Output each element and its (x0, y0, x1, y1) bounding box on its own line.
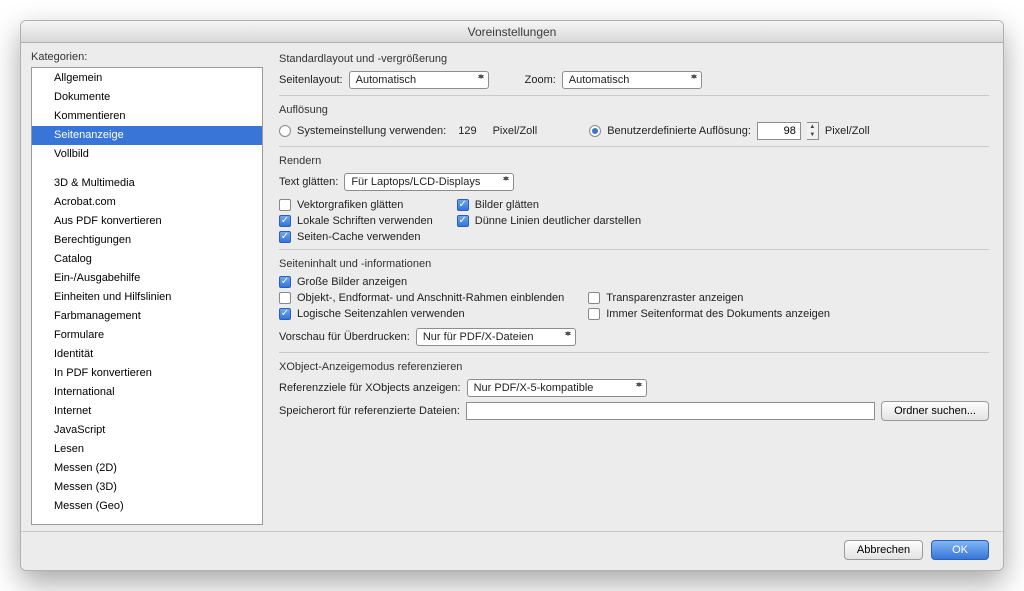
resolution-custom-unit: Pixel/Zoll (825, 125, 870, 137)
main-panel: Standardlayout und -vergrößerung Seitenl… (269, 43, 1003, 531)
category-item[interactable]: Ein-/Ausgabehilfe (32, 269, 262, 288)
images-checkbox[interactable] (457, 199, 469, 211)
pagelayout-label: Seitenlayout: (279, 74, 343, 86)
overprint-label: Vorschau für Überdrucken: (279, 331, 410, 343)
category-item[interactable]: Kommentieren (32, 107, 262, 126)
localfonts-checkbox[interactable] (279, 215, 291, 227)
zoom-label: Zoom: (525, 74, 556, 86)
overprint-select[interactable]: Nur für PDF/X-Dateien (416, 328, 576, 346)
sidebar: Kategorien: AllgemeinDokumenteKommentier… (21, 43, 269, 531)
vector-label: Vektorgrafiken glätten (297, 199, 403, 211)
xobject-storage-label: Speicherort für referenzierte Dateien: (279, 405, 460, 417)
transp-checkbox[interactable] (588, 292, 600, 304)
category-item[interactable]: In PDF konvertieren (32, 364, 262, 383)
category-item[interactable]: Messen (2D) (32, 459, 262, 478)
resolution-system-radio[interactable] (279, 125, 291, 137)
format-label: Immer Seitenformat des Dokuments anzeige… (606, 308, 830, 320)
thinlines-checkbox[interactable] (457, 215, 469, 227)
category-item[interactable]: Einheiten und Hilfslinien (32, 288, 262, 307)
category-item[interactable]: Formulare (32, 326, 262, 345)
section-pagecontent-title: Seiteninhalt und -informationen (279, 258, 989, 270)
browse-folder-button[interactable]: Ordner suchen... (881, 401, 989, 421)
category-item[interactable]: Berechtigungen (32, 231, 262, 250)
category-item[interactable]: Seitenanzeige (32, 126, 262, 145)
pagecache-label: Seiten-Cache verwenden (297, 231, 421, 243)
resolution-custom-radio[interactable] (589, 125, 601, 137)
window-title: Voreinstellungen (21, 21, 1003, 43)
category-item[interactable]: Internet (32, 402, 262, 421)
xobject-targets-select[interactable]: Nur PDF/X-5-kompatible (467, 379, 647, 397)
category-item[interactable]: Vollbild (32, 145, 262, 164)
categories-label: Kategorien: (31, 51, 263, 63)
images-label: Bilder glätten (475, 199, 539, 211)
thinlines-label: Dünne Linien deutlicher darstellen (475, 215, 641, 227)
preferences-window: Voreinstellungen Kategorien: AllgemeinDo… (20, 20, 1004, 571)
cancel-button[interactable]: Abbrechen (844, 540, 923, 560)
categories-list[interactable]: AllgemeinDokumenteKommentierenSeitenanze… (31, 67, 263, 525)
category-item[interactable]: Lesen (32, 440, 262, 459)
category-item[interactable]: Messen (3D) (32, 478, 262, 497)
section-layout-title: Standardlayout und -vergrößerung (279, 53, 989, 65)
category-item[interactable]: Allgemein (32, 69, 262, 88)
resolution-system-label: Systemeinstellung verwenden: (297, 125, 446, 137)
localfonts-label: Lokale Schriften verwenden (297, 215, 433, 227)
logical-checkbox[interactable] (279, 308, 291, 320)
category-item[interactable]: Dokumente (32, 88, 262, 107)
zoom-select[interactable]: Automatisch (562, 71, 702, 89)
dialog-footer: Abbrechen OK (21, 531, 1003, 570)
section-resolution-title: Auflösung (279, 104, 989, 116)
category-item[interactable]: Messen (Geo) (32, 497, 262, 516)
resolution-stepper[interactable]: ▲▼ (807, 122, 819, 140)
section-xobject-title: XObject-Anzeigemodus referenzieren (279, 361, 989, 373)
category-item[interactable]: Identität (32, 345, 262, 364)
xobject-targets-label: Referenzziele für XObjects anzeigen: (279, 382, 461, 394)
boxes-label: Objekt-, Endformat- und Anschnitt-Rahmen… (297, 292, 564, 304)
category-item[interactable]: Acrobat.com (32, 193, 262, 212)
xobject-storage-input[interactable] (466, 402, 875, 420)
section-render-title: Rendern (279, 155, 989, 167)
category-item[interactable]: International (32, 383, 262, 402)
bigimages-checkbox[interactable] (279, 276, 291, 288)
textsmooth-select[interactable]: Für Laptops/LCD-Displays (344, 173, 514, 191)
category-item[interactable]: Farbmanagement (32, 307, 262, 326)
resolution-system-unit: Pixel/Zoll (493, 125, 538, 137)
transp-label: Transparenzraster anzeigen (606, 292, 743, 304)
category-item[interactable]: 3D & Multimedia (32, 174, 262, 193)
category-item[interactable]: Catalog (32, 250, 262, 269)
textsmooth-label: Text glätten: (279, 176, 338, 188)
category-item[interactable]: Aus PDF konvertieren (32, 212, 262, 231)
resolution-custom-label: Benutzerdefinierte Auflösung: (607, 125, 751, 137)
bigimages-label: Große Bilder anzeigen (297, 276, 407, 288)
vector-checkbox[interactable] (279, 199, 291, 211)
logical-label: Logische Seitenzahlen verwenden (297, 308, 465, 320)
category-item[interactable]: JavaScript (32, 421, 262, 440)
resolution-system-value: 129 (458, 125, 476, 137)
ok-button[interactable]: OK (931, 540, 989, 560)
format-checkbox[interactable] (588, 308, 600, 320)
resolution-custom-input[interactable] (757, 122, 801, 140)
pagelayout-select[interactable]: Automatisch (349, 71, 489, 89)
boxes-checkbox[interactable] (279, 292, 291, 304)
pagecache-checkbox[interactable] (279, 231, 291, 243)
